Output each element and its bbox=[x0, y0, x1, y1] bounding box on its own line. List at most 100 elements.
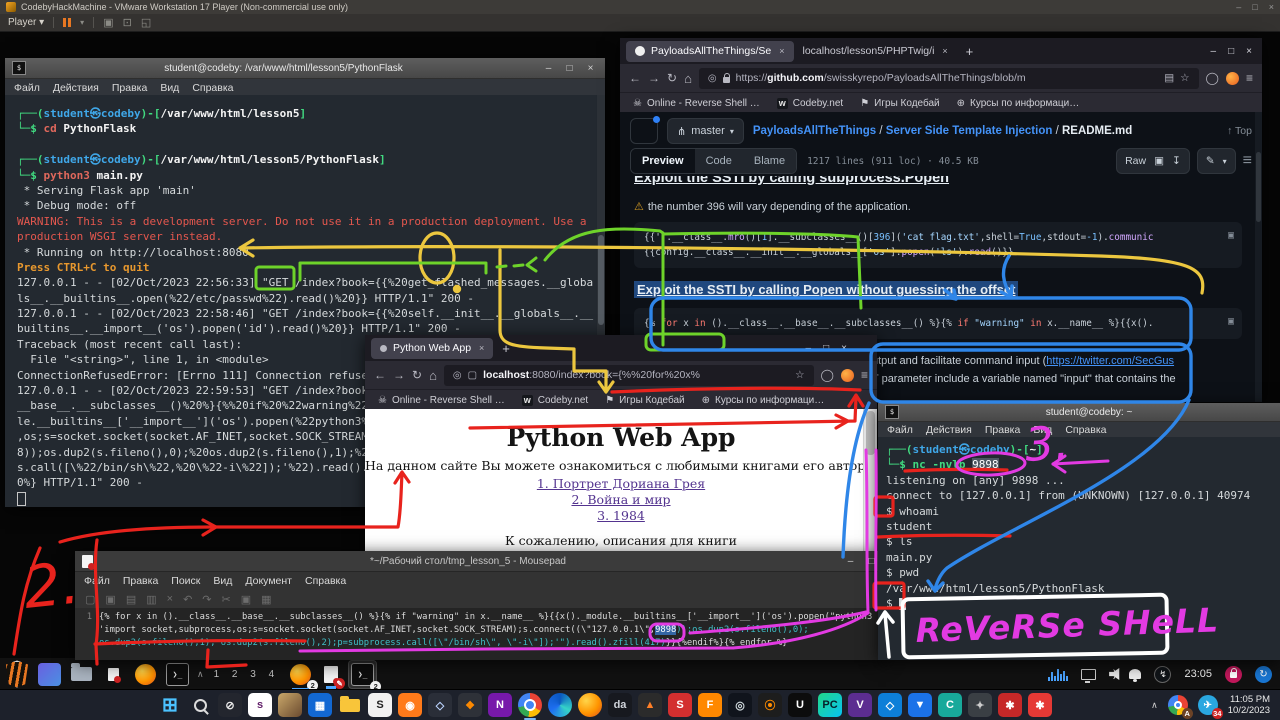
volume-icon[interactable]: ) bbox=[1109, 668, 1116, 680]
show-desktop-icon[interactable] bbox=[38, 663, 61, 686]
minimize-button[interactable]: – bbox=[1211, 46, 1217, 57]
menu-item[interactable]: Правка bbox=[123, 575, 158, 587]
file-manager-icon[interactable] bbox=[70, 663, 93, 686]
tab-close-icon[interactable]: × bbox=[479, 343, 484, 353]
suspend-caret[interactable]: ▾ bbox=[80, 18, 84, 27]
photos-icon[interactable] bbox=[278, 693, 302, 717]
menu-item[interactable]: ▤ bbox=[126, 593, 136, 606]
task-mousepad[interactable]: ✎ bbox=[322, 664, 340, 685]
twitter-link[interactable]: https://twitter.com/SecGus bbox=[1046, 355, 1174, 367]
raw-button-group[interactable]: Raw▣↧ bbox=[1116, 148, 1190, 174]
back-to-top-link[interactable]: ↑ Top bbox=[1227, 125, 1252, 137]
tab-code[interactable]: Code bbox=[695, 149, 743, 173]
gear-red-1-icon[interactable]: ✱ bbox=[998, 693, 1022, 717]
menu-item[interactable]: Поиск bbox=[171, 575, 200, 587]
vstudio-icon[interactable]: V bbox=[848, 693, 872, 717]
maximize-button[interactable]: □ bbox=[864, 556, 879, 567]
close-button[interactable]: × bbox=[1246, 46, 1252, 57]
mousepad-launcher-icon[interactable] bbox=[102, 663, 125, 686]
book-link-2[interactable]: 2. Война и мир bbox=[365, 492, 877, 508]
pocket-icon[interactable]: ◯ bbox=[1206, 71, 1219, 85]
gear-red-2-icon[interactable]: ✱ bbox=[1028, 693, 1052, 717]
viewer3d-icon[interactable]: ◇ bbox=[428, 693, 452, 717]
shield-icon[interactable]: ◎ bbox=[453, 370, 462, 381]
minimize-button[interactable]: – bbox=[806, 343, 812, 354]
forward-icon[interactable]: → bbox=[393, 368, 405, 382]
tab-blame[interactable]: Blame bbox=[743, 149, 796, 173]
forward-icon[interactable]: → bbox=[648, 71, 660, 85]
menu-item[interactable]: ↷ bbox=[202, 593, 211, 606]
payload-text[interactable]: {% for x in ().__class__.__base__.__subc… bbox=[95, 608, 886, 660]
unreal-icon[interactable]: U bbox=[788, 693, 812, 717]
terminal-nc-output[interactable]: ┌──(student㉿codeby)-[~]└─$ nc -nvlp 9898… bbox=[878, 437, 1280, 660]
menu-item[interactable]: Справка bbox=[305, 575, 346, 587]
tab-preview[interactable]: Preview bbox=[631, 149, 695, 173]
symbols-icon[interactable]: ≡ bbox=[1243, 152, 1252, 170]
menu-icon[interactable]: ≡ bbox=[861, 368, 868, 382]
reload-icon[interactable]: ↻ bbox=[412, 368, 422, 382]
menu-item[interactable]: Вид bbox=[160, 82, 179, 94]
fullscreen-icon[interactable]: ⊡ bbox=[123, 16, 132, 29]
vm-minimize-button[interactable]: – bbox=[1236, 2, 1241, 12]
tab-payloadsallthethings[interactable]: PayloadsAllTheThings/Se× bbox=[626, 41, 794, 62]
menu-item[interactable]: ✂ bbox=[222, 593, 231, 606]
maximize-button[interactable]: □ bbox=[823, 343, 829, 354]
menu-item[interactable]: Правка bbox=[985, 424, 1020, 436]
firefox-icon[interactable] bbox=[578, 693, 602, 717]
edge-icon[interactable] bbox=[548, 693, 572, 717]
chrome-icon[interactable] bbox=[518, 693, 542, 717]
bookmark-courses[interactable]: ⊕Курсы по информаци… bbox=[702, 395, 825, 406]
mousepad-editor[interactable]: 1 {% for x in ().__class__.__base__.__su… bbox=[75, 608, 886, 660]
display-icon[interactable] bbox=[1081, 669, 1096, 680]
menu-item[interactable]: Файл bbox=[14, 82, 40, 94]
codeby-logo-icon[interactable] bbox=[5, 661, 29, 688]
send-ctrl-alt-del-icon[interactable]: ▣ bbox=[103, 16, 113, 29]
terminal-nc-titlebar[interactable]: $ student@codeby: ~ bbox=[878, 403, 1280, 422]
tab-python-web-app[interactable]: Python Web App× bbox=[371, 338, 493, 359]
sublime-icon[interactable]: S bbox=[668, 693, 692, 717]
menu-icon[interactable]: ≡ bbox=[1246, 71, 1253, 85]
shotcut-icon[interactable]: S bbox=[368, 693, 392, 717]
copy-icon[interactable]: ▣ bbox=[1228, 314, 1234, 329]
bookmark-reverse-shell[interactable]: ☠Online - Reverse Shell … bbox=[378, 395, 505, 406]
pocket-icon[interactable]: ◯ bbox=[821, 368, 834, 382]
menu-item[interactable]: Файл bbox=[84, 575, 110, 587]
workspace-pager[interactable]: 1 2 3 4 bbox=[214, 669, 280, 680]
rustdesk-icon[interactable]: ◉ bbox=[398, 693, 422, 717]
search-icon[interactable] bbox=[188, 693, 212, 717]
menu-item[interactable]: Действия bbox=[926, 424, 972, 436]
onenote-icon[interactable]: N bbox=[488, 693, 512, 717]
menu-item[interactable]: × bbox=[167, 593, 173, 605]
tab-localhost-phptwig[interactable]: localhost/lesson5/PHPTwig/i× bbox=[794, 41, 957, 62]
menu-item[interactable]: Документ bbox=[245, 575, 292, 587]
bookmark-star-icon[interactable]: ☆ bbox=[795, 369, 804, 381]
camtasia-icon[interactable]: C bbox=[938, 693, 962, 717]
carrot-icon[interactable]: ▲ bbox=[638, 693, 662, 717]
maps-icon[interactable]: ▼ bbox=[908, 693, 932, 717]
minimize-button[interactable]: – bbox=[843, 556, 858, 567]
breadcrumb-section[interactable]: Server Side Template Injection bbox=[886, 125, 1053, 137]
blender-icon[interactable]: ⦿ bbox=[758, 693, 782, 717]
new-tab-button[interactable]: + bbox=[502, 341, 510, 356]
obs-icon[interactable]: ◎ bbox=[728, 693, 752, 717]
menu-item[interactable]: Правка bbox=[112, 82, 147, 94]
bookmark-games[interactable]: ⚑Игры Кодебай bbox=[605, 395, 684, 406]
mousepad-titlebar[interactable]: *~/Рабочий стол/tmp_lesson_5 - Mousepad … bbox=[75, 551, 886, 572]
updates-tray-icon[interactable]: ↻ bbox=[1255, 666, 1272, 683]
menu-item[interactable]: ▣ bbox=[105, 593, 115, 606]
book-link-1[interactable]: 1. Портрет Дориана Грея bbox=[365, 476, 877, 492]
vm-maximize-button[interactable]: □ bbox=[1252, 2, 1257, 12]
close-button[interactable]: × bbox=[841, 343, 847, 354]
vscode-icon[interactable]: ◇ bbox=[878, 693, 902, 717]
maximize-button[interactable]: □ bbox=[1228, 46, 1234, 57]
breadcrumb-repo[interactable]: PayloadsAllTheThings bbox=[753, 125, 876, 137]
task-firefox[interactable]: 2 bbox=[288, 662, 313, 687]
edit-button[interactable]: ✎▾ bbox=[1197, 148, 1236, 174]
back-icon[interactable]: ← bbox=[629, 71, 641, 85]
pycharm-icon[interactable]: PC bbox=[818, 693, 842, 717]
menu-item[interactable]: Справка bbox=[192, 82, 233, 94]
gauge-icon[interactable]: ⊘ bbox=[218, 693, 242, 717]
menu-item[interactable]: ▦ bbox=[261, 593, 271, 606]
new-tab-button[interactable]: + bbox=[966, 44, 974, 59]
menu-item[interactable]: Файл bbox=[887, 424, 913, 436]
